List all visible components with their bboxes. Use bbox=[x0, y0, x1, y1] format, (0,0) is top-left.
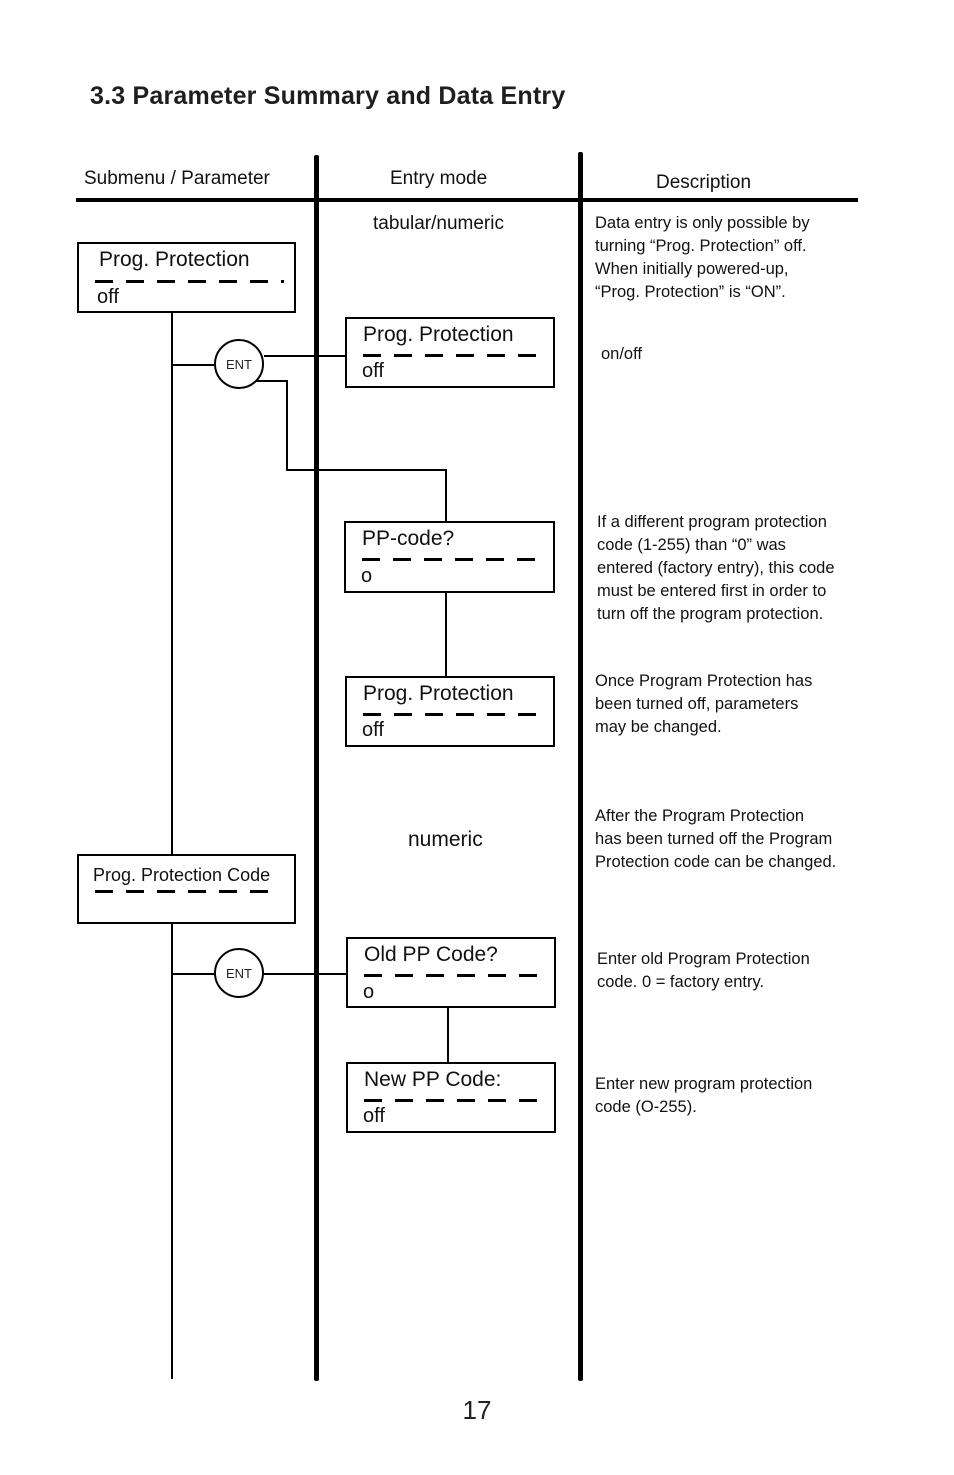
description-line: turning “Prog. Protection” off. bbox=[595, 237, 807, 255]
display-dash-separator bbox=[363, 713, 543, 716]
description-line: Enter old Program Protection bbox=[597, 950, 810, 968]
entry-label: Prog. Protection bbox=[363, 323, 514, 346]
entry-box-new-pp-code[interactable]: New PP Code: off bbox=[346, 1062, 556, 1133]
description-line: has been turned off the Program bbox=[595, 830, 833, 848]
display-dash-separator bbox=[364, 1099, 544, 1102]
entry-value: off bbox=[363, 1105, 385, 1127]
entry-box-prog-protection-off[interactable]: Prog. Protection off bbox=[345, 676, 555, 747]
display-dash-separator bbox=[363, 354, 543, 357]
submenu-label: Prog. Protection Code bbox=[93, 865, 271, 885]
header-rule bbox=[76, 198, 858, 202]
entry-value: o bbox=[361, 565, 373, 587]
column-header-submenu: Submenu / Parameter bbox=[84, 168, 270, 189]
display-dash-separator bbox=[95, 280, 284, 283]
submenu-prog-protection-code[interactable]: Prog. Protection Code bbox=[77, 854, 296, 924]
description-line: on/off bbox=[601, 345, 642, 363]
connector-line bbox=[172, 364, 216, 366]
submenu-prog-protection[interactable]: Prog. Protection off bbox=[77, 242, 296, 313]
description-line: code. 0 = factory entry. bbox=[597, 973, 765, 991]
connector-line bbox=[445, 469, 447, 522]
description-line: entered (factory entry), this code bbox=[597, 559, 835, 577]
entry-box-pp-code[interactable]: PP-code? o bbox=[344, 521, 555, 593]
column-header-entry-mode: Entry mode bbox=[390, 168, 488, 189]
description-line: Data entry is only possible by bbox=[595, 214, 810, 232]
description-line: After the Program Protection bbox=[595, 807, 805, 825]
ent-key-icon: ENT bbox=[214, 339, 264, 389]
column-divider-description bbox=[578, 152, 583, 1381]
page-number: 17 bbox=[462, 1395, 492, 1425]
description-prog-protection: Data entry is only possible by turning “… bbox=[595, 212, 810, 304]
description-line: may be changed. bbox=[595, 718, 722, 736]
description-line: been turned off, parameters bbox=[595, 695, 799, 713]
description-pp-code: If a different program protection code (… bbox=[597, 511, 835, 626]
entry-label: PP-code? bbox=[362, 527, 455, 550]
description-line: Protection code can be changed. bbox=[595, 853, 837, 871]
submenu-value: off bbox=[97, 286, 119, 308]
column-divider-entry-mode bbox=[314, 155, 319, 1381]
column-header-description: Description bbox=[656, 172, 752, 193]
entry-mode-numeric: numeric bbox=[408, 828, 483, 851]
connector-line bbox=[447, 1007, 449, 1063]
description-new-code: Enter new program protection code (O-255… bbox=[595, 1073, 812, 1119]
description-line: Once Program Protection has bbox=[595, 672, 813, 690]
submenu-label: Prog. Protection bbox=[99, 248, 250, 271]
description-line: When initially powered-up, bbox=[595, 260, 789, 278]
entry-box-prog-protection[interactable]: Prog. Protection off bbox=[345, 317, 555, 388]
entry-label: Old PP Code? bbox=[364, 943, 498, 966]
description-code-change: After the Program Protection has been tu… bbox=[595, 805, 836, 874]
description-line: must be entered first in order to bbox=[597, 582, 827, 600]
connector-line bbox=[256, 380, 288, 382]
entry-value: off bbox=[362, 360, 384, 382]
entry-label: Prog. Protection bbox=[363, 682, 514, 705]
connector-line bbox=[264, 355, 347, 357]
connector-line bbox=[445, 592, 447, 677]
entry-mode-tabular-numeric: tabular/numeric bbox=[373, 213, 504, 234]
connector-line bbox=[172, 973, 216, 975]
ent-key-icon: ENT bbox=[214, 948, 264, 998]
description-line: code (1-255) than “0” was bbox=[597, 536, 786, 554]
entry-value: o bbox=[363, 981, 375, 1003]
description-line: turn off the program protection. bbox=[597, 605, 824, 623]
connector-line bbox=[286, 380, 288, 471]
section-title: 3.3 Parameter Summary and Data Entry bbox=[90, 82, 566, 110]
description-line: “Prog. Protection” is “ON”. bbox=[595, 283, 786, 301]
description-old-code: Enter old Program Protection code. 0 = f… bbox=[597, 948, 810, 994]
connector-line bbox=[286, 469, 447, 471]
description-line: code (O-255). bbox=[595, 1098, 697, 1116]
entry-box-old-pp-code[interactable]: Old PP Code? o bbox=[346, 937, 556, 1008]
submenu-flow-line bbox=[171, 312, 173, 1379]
display-dash-separator bbox=[95, 890, 280, 893]
entry-label: New PP Code: bbox=[364, 1068, 502, 1091]
display-dash-separator bbox=[364, 974, 544, 977]
display-dash-separator bbox=[362, 558, 543, 561]
entry-value: off bbox=[362, 719, 384, 741]
description-on-off: on/off bbox=[601, 343, 642, 366]
description-line: If a different program protection bbox=[597, 513, 827, 531]
description-line: Enter new program protection bbox=[595, 1075, 813, 1093]
description-protection-off: Once Program Protection has been turned … bbox=[595, 670, 812, 739]
connector-line bbox=[264, 973, 347, 975]
